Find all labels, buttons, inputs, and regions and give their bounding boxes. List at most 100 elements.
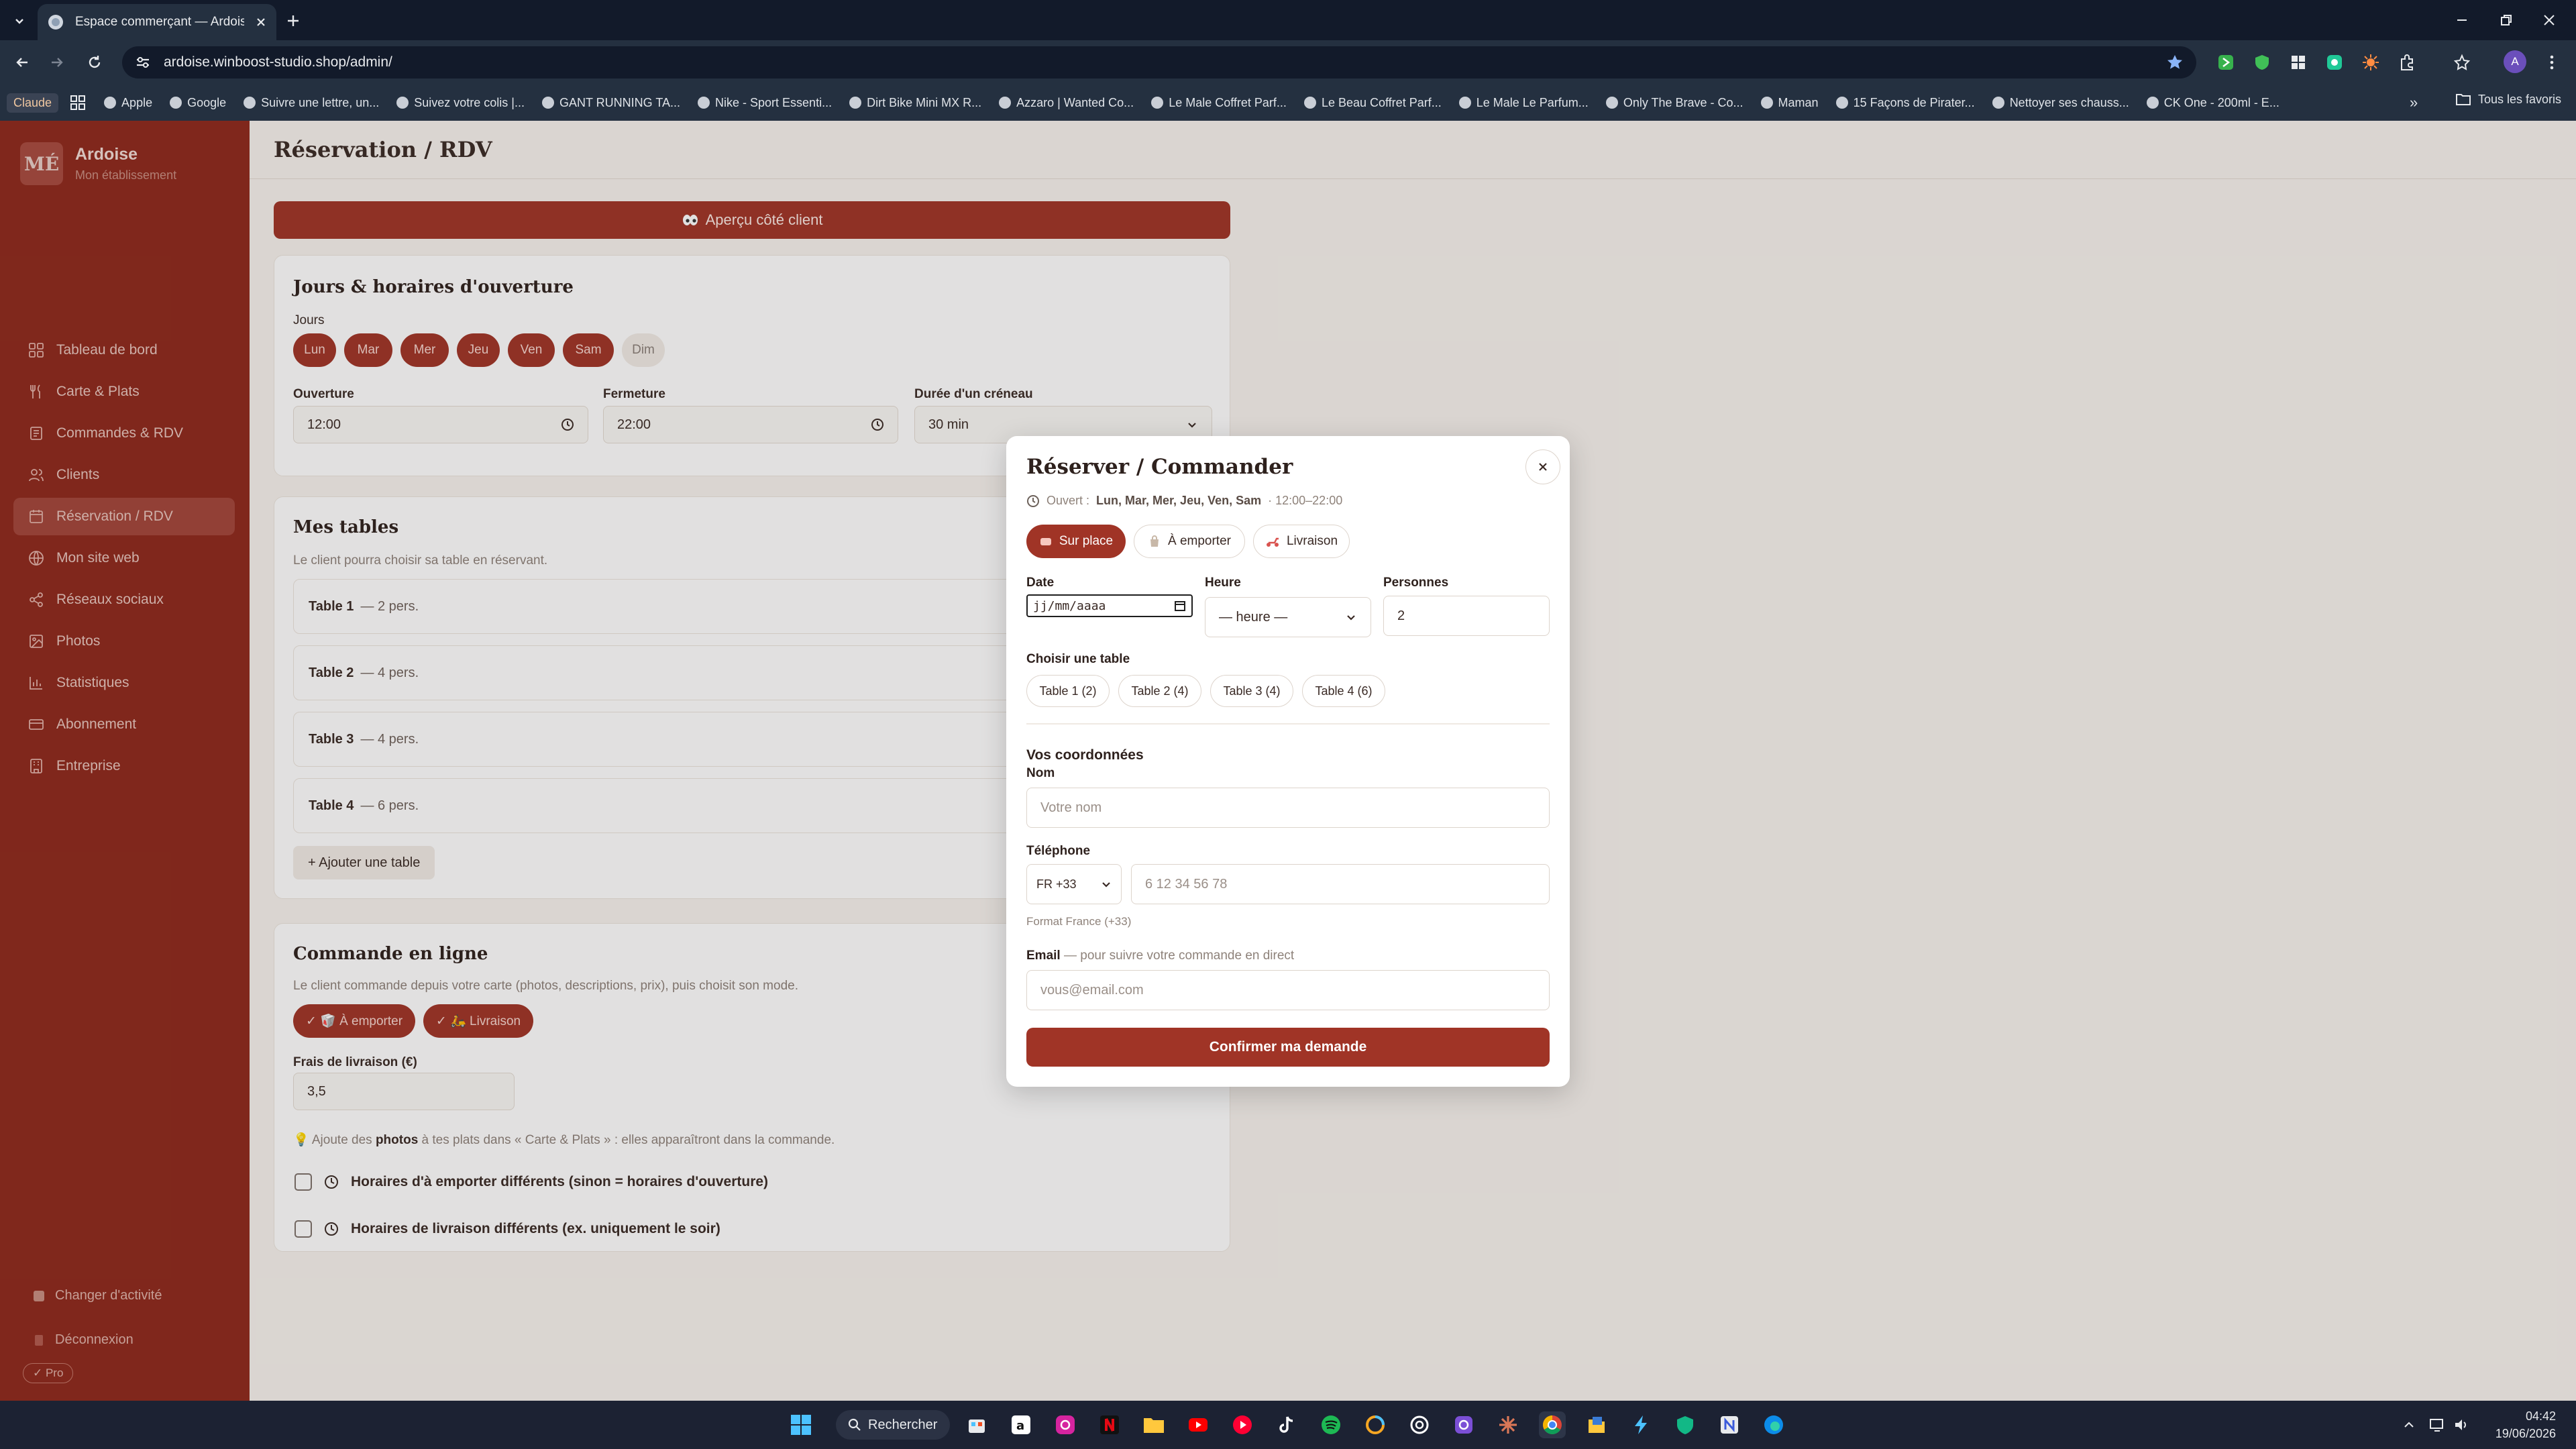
- clock-time: 04:42: [2525, 1409, 2556, 1423]
- bookmark-item[interactable]: Nettoyer ses chauss...: [1992, 96, 2129, 110]
- notion-icon[interactable]: [1716, 1411, 1743, 1438]
- modal-close-button[interactable]: [1525, 449, 1560, 484]
- extension-grid-icon[interactable]: [2286, 50, 2310, 74]
- browser-menu-icon[interactable]: [2540, 50, 2564, 74]
- chevron-down-icon: [1347, 615, 1355, 621]
- new-tab-icon[interactable]: [282, 9, 305, 32]
- bookmark-item[interactable]: Dirt Bike Mini MX R...: [849, 96, 981, 110]
- email-input[interactable]: vous@email.com: [1026, 970, 1550, 1010]
- claude-app-icon[interactable]: [1495, 1411, 1521, 1438]
- table-choice-chip[interactable]: Table 1 (2): [1026, 675, 1110, 707]
- chrome-icon[interactable]: [1539, 1411, 1566, 1438]
- bookmark-item[interactable]: Suivre une lettre, un...: [244, 96, 379, 110]
- bookmark-item[interactable]: Le Male Coffret Parf...: [1151, 96, 1287, 110]
- youtube-music-icon[interactable]: [1229, 1411, 1256, 1438]
- table-choice-chip[interactable]: Table 3 (4): [1210, 675, 1293, 707]
- mode-takeaway-button[interactable]: À emporter: [1134, 525, 1245, 558]
- mode-delivery-button[interactable]: Livraison: [1253, 525, 1350, 558]
- bookmark-item[interactable]: Google: [170, 96, 226, 110]
- modal-title: Réserver / Commander: [1026, 455, 1293, 479]
- time-select[interactable]: — heure —: [1205, 597, 1371, 637]
- bookmark-item[interactable]: Le Beau Coffret Parf...: [1303, 96, 1442, 110]
- color-ring-icon[interactable]: [1362, 1411, 1389, 1438]
- system-clock[interactable]: 04:42 19/06/2026: [2482, 1407, 2556, 1442]
- spotify-icon[interactable]: [1318, 1411, 1344, 1438]
- mode-takeaway-label: À emporter: [1168, 534, 1231, 548]
- windows-start-icon[interactable]: [788, 1411, 814, 1438]
- extensions-puzzle-icon[interactable]: [2395, 50, 2419, 74]
- camera-app-icon[interactable]: [1450, 1411, 1477, 1438]
- extension-shield-icon[interactable]: [2250, 50, 2274, 74]
- bookmark-item[interactable]: Apple: [104, 96, 152, 110]
- opening-days: Lun, Mar, Mer, Jeu, Ven, Sam: [1096, 494, 1262, 507]
- tiktok-icon[interactable]: [1273, 1411, 1300, 1438]
- phone-input[interactable]: 6 12 34 56 78: [1131, 864, 1550, 904]
- table-choice-chip[interactable]: Table 2 (4): [1118, 675, 1201, 707]
- volume-icon[interactable]: [2451, 1411, 2471, 1438]
- edge-icon[interactable]: [1760, 1411, 1787, 1438]
- bookmark-label: Apple: [121, 95, 153, 109]
- confirm-request-button[interactable]: Confirmer ma demande: [1026, 1028, 1550, 1067]
- site-info-icon[interactable]: [134, 54, 152, 71]
- close-window-icon[interactable]: [2521, 0, 2576, 40]
- instagram-icon[interactable]: [1052, 1411, 1079, 1438]
- notes-app-icon[interactable]: [1583, 1411, 1610, 1438]
- reading-list-icon[interactable]: [2450, 50, 2474, 74]
- back-icon[interactable]: [11, 51, 34, 74]
- extension-green-icon[interactable]: [2214, 50, 2238, 74]
- bookmark-label: Nettoyer ses chauss...: [2009, 95, 2129, 109]
- bookmark-item[interactable]: 15 Façons de Pirater...: [1835, 96, 1975, 110]
- more-bookmarks-icon[interactable]: »: [2410, 94, 2418, 111]
- bookmark-item[interactable]: Suivez votre colis |...: [396, 96, 525, 110]
- address-bar[interactable]: ardoise.winboost-studio.shop/admin/: [122, 46, 2196, 78]
- extension-sun-icon[interactable]: [2359, 50, 2383, 74]
- taskbar-search-label: Rechercher: [868, 1417, 938, 1432]
- browser-tab[interactable]: Espace commerçant — Ardoise: [38, 4, 276, 40]
- bookmark-favicon-icon: [698, 97, 710, 109]
- bookmark-item[interactable]: Azzaro | Wanted Co...: [999, 96, 1134, 110]
- date-input[interactable]: jj/mm/aaaa: [1026, 594, 1193, 617]
- mode-dine-in-label: Sur place: [1059, 534, 1114, 548]
- store-icon[interactable]: [963, 1411, 990, 1438]
- bookmark-star-icon[interactable]: [2165, 53, 2184, 72]
- close-icon: [1539, 463, 1547, 471]
- email-label-row: Email — pour suivre votre commande en di…: [1026, 949, 1294, 963]
- tab-search-icon[interactable]: [8, 9, 31, 32]
- bookmark-item[interactable]: Nike - Sport Essenti...: [698, 96, 832, 110]
- forward-icon[interactable]: [46, 51, 68, 74]
- youtube-icon[interactable]: [1185, 1411, 1212, 1438]
- bookmark-favicon-icon: [244, 97, 256, 109]
- all-bookmarks[interactable]: Tous les favoris: [2455, 91, 2561, 107]
- show-hidden-icons-icon[interactable]: [2399, 1411, 2419, 1438]
- file-explorer-icon[interactable]: [1140, 1411, 1167, 1438]
- date-value: jj/mm/aaaa: [1033, 598, 1106, 613]
- bolt-app-icon[interactable]: [1627, 1411, 1654, 1438]
- mode-dine-in-button[interactable]: Sur place: [1026, 525, 1126, 558]
- bookmark-label: Maman: [1778, 95, 1819, 109]
- bookmark-item[interactable]: GANT RUNNING TA...: [541, 96, 680, 110]
- bookmark-claude[interactable]: Claude: [7, 93, 59, 113]
- reload-icon[interactable]: [83, 51, 106, 74]
- bookmark-item[interactable]: Le Male Le Parfum...: [1458, 96, 1589, 110]
- phone-country-select[interactable]: FR +33: [1026, 864, 1122, 904]
- bookmark-item[interactable]: CK One - 200ml - E...: [2146, 96, 2279, 110]
- amazon-icon[interactable]: a: [1008, 1411, 1034, 1438]
- people-input[interactable]: 2: [1383, 596, 1550, 636]
- bookmark-item[interactable]: Only The Brave - Co...: [1605, 96, 1743, 110]
- profile-avatar[interactable]: A: [2504, 50, 2526, 73]
- vpn-shield-icon[interactable]: [1672, 1411, 1699, 1438]
- calendar-icon[interactable]: [1174, 600, 1186, 612]
- threads-icon[interactable]: [1406, 1411, 1433, 1438]
- extension-teal-icon[interactable]: [2322, 50, 2347, 74]
- bookmark-item[interactable]: Maman: [1760, 95, 1819, 110]
- taskbar-search[interactable]: Rechercher: [836, 1410, 950, 1440]
- apps-grid-icon[interactable]: [68, 93, 88, 113]
- name-input[interactable]: Votre nom: [1026, 788, 1550, 828]
- bookmark-favicon-icon: [1760, 97, 1773, 109]
- network-icon[interactable]: [2427, 1411, 2447, 1438]
- opening-info: Ouvert : Lun, Mar, Mer, Jeu, Ven, Sam · …: [1026, 494, 1342, 508]
- bookmark-favicon-icon: [541, 97, 554, 109]
- close-tab-icon[interactable]: [255, 16, 267, 28]
- table-choice-chip[interactable]: Table 4 (6): [1302, 675, 1385, 707]
- netflix-icon[interactable]: [1096, 1411, 1123, 1438]
